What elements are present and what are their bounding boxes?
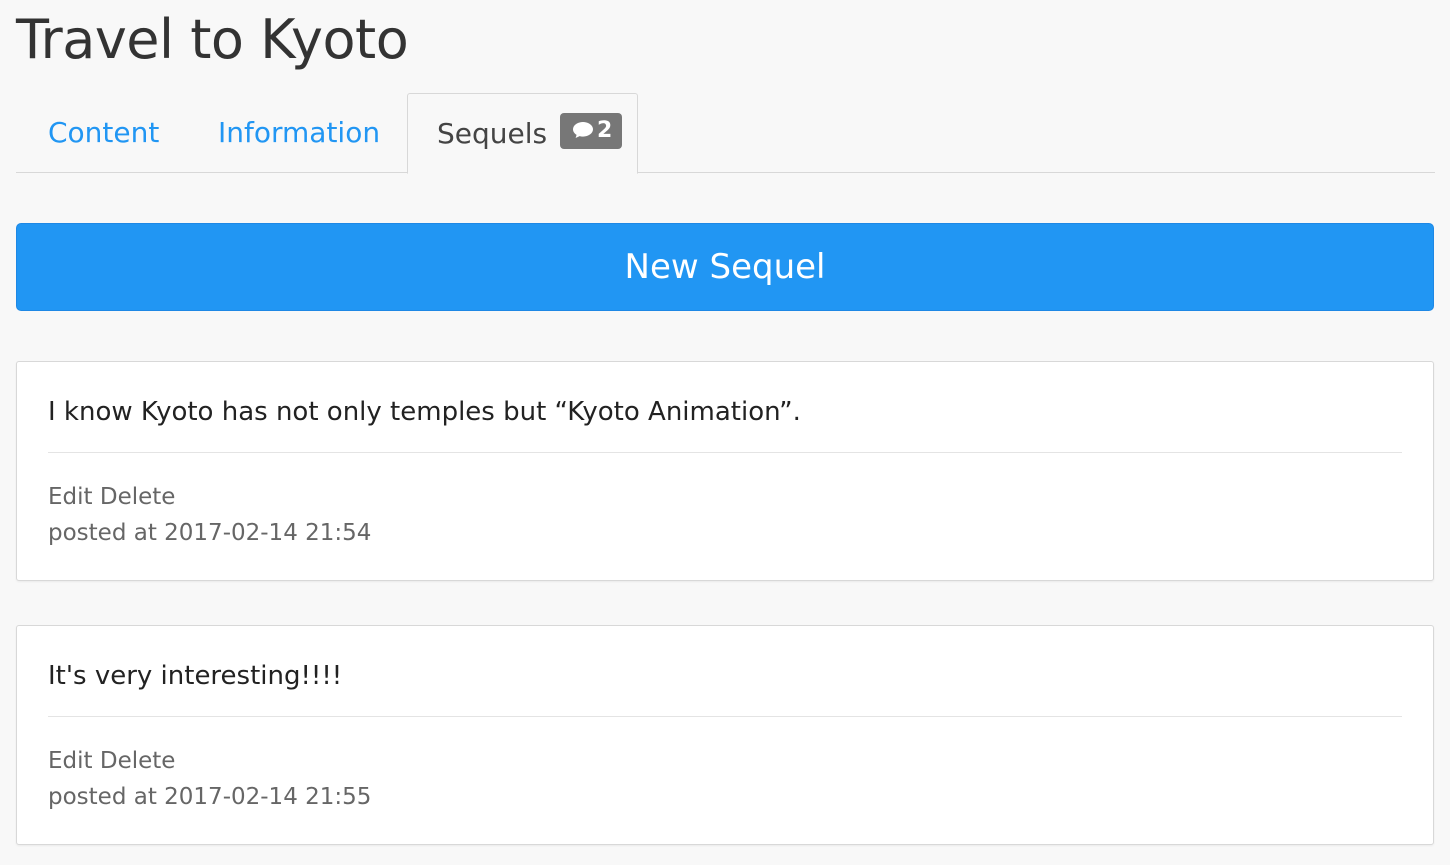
tab-sequels[interactable]: Sequels 2	[407, 93, 638, 174]
tab-bar: Content Information Sequels 2	[16, 93, 1435, 174]
tab-sequels-label: Sequels	[437, 117, 548, 150]
delete-link[interactable]: Delete	[100, 484, 176, 510]
sequel-actions: Edit Delete	[48, 744, 175, 778]
posted-timestamp: posted at 2017-02-14 21:55	[48, 784, 372, 810]
sequel-card: I know Kyoto has not only temples but “K…	[16, 361, 1434, 581]
sequels-count: 2	[597, 118, 613, 143]
page: Travel to Kyoto Content Information Sequ…	[0, 0, 1450, 865]
sequels-count-badge: 2	[560, 113, 623, 149]
new-sequel-button[interactable]: New Sequel	[16, 223, 1434, 311]
posted-timestamp: posted at 2017-02-14 21:54	[48, 520, 372, 546]
edit-link[interactable]: Edit	[48, 484, 93, 510]
page-title: Travel to Kyoto	[16, 8, 409, 71]
divider	[48, 716, 1402, 717]
tab-information[interactable]: Information	[218, 93, 380, 173]
edit-link[interactable]: Edit	[48, 748, 93, 774]
sequel-body: It's very interesting!!!!	[48, 661, 343, 691]
tab-content[interactable]: Content	[48, 93, 159, 173]
delete-link[interactable]: Delete	[100, 748, 176, 774]
sequel-actions: Edit Delete	[48, 480, 175, 514]
comment-icon	[573, 122, 594, 138]
sequel-body: I know Kyoto has not only temples but “K…	[48, 397, 801, 427]
sequel-card: It's very interesting!!!! Edit Delete po…	[16, 625, 1434, 845]
divider	[48, 452, 1402, 453]
